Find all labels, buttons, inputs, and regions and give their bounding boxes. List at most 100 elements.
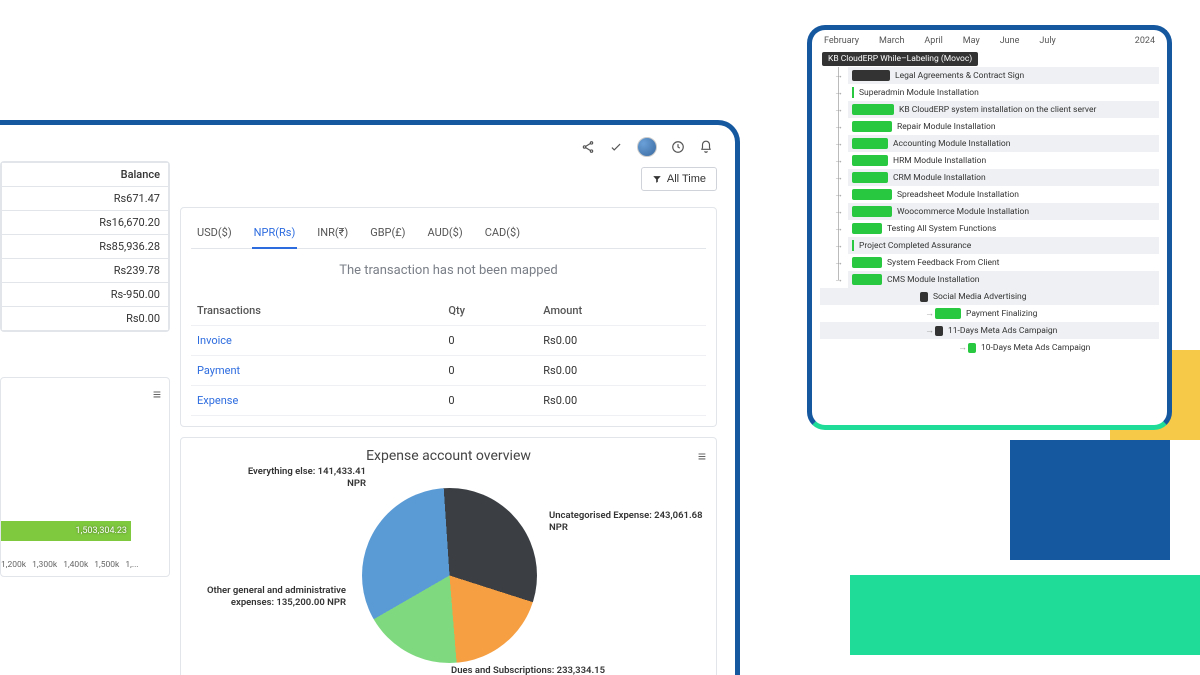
txn-empty-msg: The transaction has not been mapped [191, 249, 706, 296]
gantt-task[interactable]: Social Media Advertising [820, 288, 1159, 305]
balance-value: Rs85,936.28 [2, 235, 169, 259]
gantt-year: 2024 [1135, 36, 1155, 46]
deco-green [850, 575, 1200, 655]
th-qty: Qty [442, 296, 537, 326]
bar-icon [935, 308, 961, 319]
txn-qty: 0 [442, 326, 537, 356]
bar-icon [852, 87, 854, 98]
gantt-task[interactable]: Payment Finalizing [820, 305, 1159, 322]
currency-tab[interactable]: AUD($) [425, 218, 464, 248]
txn-amount: Rs0.00 [537, 386, 706, 416]
task-label: Superadmin Module Installation [859, 88, 979, 98]
transactions-table: Transactions Qty Amount Invoice0Rs0.00Pa… [191, 296, 706, 416]
deco-blue [1010, 440, 1170, 560]
task-label: Woocommerce Module Installation [897, 207, 1029, 217]
task-label: CRM Module Installation [893, 173, 986, 183]
currency-tab[interactable]: GBP(£) [368, 218, 407, 248]
currency-tab[interactable]: CAD($) [483, 218, 522, 248]
gantt-task[interactable]: Legal Agreements & Contract Sign [848, 67, 1159, 84]
bar-icon [852, 138, 888, 149]
x-tick: 1,200k [1, 560, 26, 570]
task-label: Payment Finalizing [966, 309, 1037, 319]
gantt-months: February March April May June July [824, 36, 1056, 46]
bar-value: 1,503,304.23 [1, 521, 131, 541]
clock-icon[interactable] [671, 140, 685, 154]
bar-icon [968, 343, 976, 353]
txn-qty: 0 [442, 386, 537, 416]
gantt-task[interactable]: Woocommerce Module Installation [848, 203, 1159, 220]
bar-icon [920, 292, 928, 302]
currency-tab[interactable]: NPR(Rs) [252, 218, 298, 249]
erp-window: Balance Rs671.47Rs16,670.20Rs85,936.28Rs… [0, 120, 740, 675]
gantt-task[interactable]: CMS Module Installation [848, 271, 1159, 288]
balance-value: Rs-950.00 [2, 283, 169, 307]
bar-icon [852, 206, 892, 217]
table-row: Invoice0Rs0.00 [191, 326, 706, 356]
gantt-task[interactable]: Superadmin Module Installation [848, 84, 1159, 101]
bar-icon [852, 70, 890, 81]
erp-topbar [0, 133, 723, 161]
gantt-task[interactable]: KB CloudERP system installation on the c… [848, 101, 1159, 118]
share-icon[interactable] [581, 140, 595, 154]
bar-icon [935, 326, 943, 336]
bar-icon [852, 223, 882, 234]
task-label: KB CloudERP system installation on the c… [899, 105, 1096, 115]
gantt-root-task[interactable]: KB CloudERP While–Labeling (Movoc) [822, 52, 978, 66]
filter-all-time[interactable]: All Time [641, 167, 717, 191]
task-label: Legal Agreements & Contract Sign [895, 71, 1024, 81]
x-tick: 1,400k [63, 560, 88, 570]
bar-icon [852, 189, 892, 200]
bar-icon [852, 155, 888, 166]
gantt-month: March [879, 36, 904, 46]
bell-icon[interactable] [699, 140, 713, 154]
gantt-task[interactable]: Spreadsheet Module Installation [848, 186, 1159, 203]
check-icon[interactable] [609, 140, 623, 154]
filter-icon [652, 174, 662, 184]
pie-label-dues: Dues and Subscriptions: 233,334.15 NPR [451, 665, 621, 675]
table-row: Payment0Rs0.00 [191, 356, 706, 386]
balance-card: Balance Rs671.47Rs16,670.20Rs85,936.28Rs… [0, 161, 170, 332]
txn-type[interactable]: Payment [191, 356, 442, 386]
gantt-month: June [1000, 36, 1020, 46]
filter-label: All Time [667, 173, 706, 185]
gantt-month: July [1039, 36, 1055, 46]
x-axis: 1,200k1,300k1,400k1,500k1,... [1, 560, 163, 570]
gantt-task[interactable]: Accounting Module Installation [848, 135, 1159, 152]
currency-tab[interactable]: INR(₹) [315, 218, 350, 248]
expense-pie-card: ≡ Expense account overview Everything el… [180, 437, 717, 675]
mini-bar-chart: ≡ 1,503,304.23 1,200k1,300k1,400k1,500k1… [0, 377, 170, 577]
avatar[interactable] [637, 137, 657, 157]
gantt-task[interactable]: CRM Module Installation [848, 169, 1159, 186]
hamburger-icon[interactable]: ≡ [153, 386, 161, 403]
bar-icon [852, 240, 854, 251]
gantt-task[interactable]: 10-Days Meta Ads Campaign [820, 339, 1159, 356]
gantt-task[interactable]: System Feedback From Client [848, 254, 1159, 271]
gantt-tasks: Legal Agreements & Contract Sign Superadm… [820, 67, 1159, 288]
hamburger-icon[interactable]: ≡ [698, 448, 706, 465]
gantt-task[interactable]: Repair Module Installation [848, 118, 1159, 135]
th-amount: Amount [537, 296, 706, 326]
gantt-window: February March April May June July 2024 KB Cl… [807, 25, 1172, 430]
pie-chart [362, 488, 537, 663]
gantt-task[interactable]: Project Completed Assurance [848, 237, 1159, 254]
gantt-task[interactable]: HRM Module Installation [848, 152, 1159, 169]
currency-tab[interactable]: USD($) [195, 218, 234, 248]
x-tick: 1,300k [32, 560, 57, 570]
gantt-month: April [924, 36, 942, 46]
gantt-month: May [963, 36, 980, 46]
bar-icon [852, 274, 882, 285]
txn-amount: Rs0.00 [537, 326, 706, 356]
pie-label-other: Other general and administrative expense… [191, 585, 346, 610]
txn-qty: 0 [442, 356, 537, 386]
gantt-month: February [824, 36, 859, 46]
task-label: Testing All System Functions [887, 224, 996, 234]
task-label: Project Completed Assurance [859, 241, 971, 251]
balance-table: Balance Rs671.47Rs16,670.20Rs85,936.28Rs… [1, 162, 169, 331]
x-tick: 1,... [125, 560, 138, 570]
gantt-task[interactable]: 11-Days Meta Ads Campaign [820, 322, 1159, 339]
task-label: System Feedback From Client [887, 258, 999, 268]
txn-type[interactable]: Invoice [191, 326, 442, 356]
txn-type[interactable]: Expense [191, 386, 442, 416]
gantt-task[interactable]: Testing All System Functions [848, 220, 1159, 237]
balance-value: Rs671.47 [2, 187, 169, 211]
